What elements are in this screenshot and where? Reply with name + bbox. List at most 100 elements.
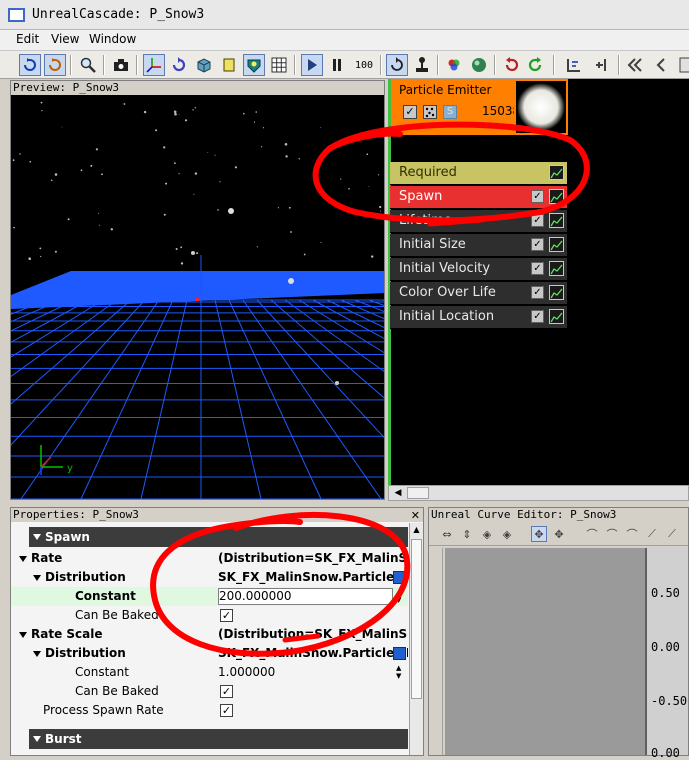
lod-icon[interactable] (563, 54, 585, 76)
curve-list-scrollbar[interactable] (431, 548, 443, 755)
distribution-dropdown-icon[interactable] (393, 571, 406, 584)
fit-vertical-icon[interactable]: ⇕ (459, 526, 475, 542)
module-row[interactable]: Initial Location ✓ (390, 306, 567, 329)
property-checkbox[interactable]: ✓ (220, 704, 233, 717)
redo-icon[interactable] (525, 54, 547, 76)
emitter-list-panel[interactable]: Particle Emitter ✓ S 15038 Required Spawn… (388, 79, 689, 485)
spin-down-icon[interactable]: ▼ (396, 673, 401, 680)
scroll-up-icon[interactable]: ▲ (410, 523, 423, 536)
property-row[interactable]: Constant 1.000000 ▲ ▼ (11, 663, 408, 682)
spin-up-icon[interactable]: ▲ (396, 589, 401, 596)
snow-particle (110, 228, 114, 231)
module-row[interactable]: Lifetime ✓ (390, 210, 567, 233)
fit-horizontal-icon[interactable]: ⇔ (439, 526, 455, 542)
module-enable-checkbox[interactable]: ✓ (531, 190, 544, 203)
expand-icon[interactable] (33, 575, 41, 581)
curve-graph-icon[interactable] (549, 165, 564, 180)
joystick-icon[interactable] (411, 54, 433, 76)
sphere-icon[interactable] (468, 54, 490, 76)
pause-icon[interactable] (326, 54, 348, 76)
property-row[interactable]: Can Be Baked ✓ (11, 682, 408, 701)
constant-icon[interactable]: ⟋ (664, 526, 680, 542)
property-checkbox[interactable]: ✓ (220, 609, 233, 622)
property-row[interactable]: Distribution SK_FX_MalinSnow.Particles.I (11, 644, 408, 663)
module-enable-checkbox[interactable]: ✓ (531, 238, 544, 251)
scroll-thumb[interactable] (411, 539, 422, 699)
linear-icon[interactable]: ⟋ (644, 526, 660, 542)
spin-down-icon[interactable]: ▼ (396, 597, 401, 604)
realtime-speed-button[interactable]: 100 (351, 54, 377, 76)
curve-graph-icon[interactable] (549, 213, 564, 228)
tangent-break-icon[interactable]: ⌒ (624, 526, 640, 542)
axes-icon[interactable] (143, 54, 165, 76)
property-row[interactable]: Rate (Distribution=SK_FX_MalinSnow (11, 549, 408, 568)
category-spawn[interactable]: Spawn (29, 527, 408, 547)
wireframe-sphere-icon[interactable] (193, 54, 215, 76)
lod-prev-icon[interactable] (650, 54, 672, 76)
emitter-render-mode-icon[interactable] (423, 105, 437, 119)
curve-graph-icon[interactable] (549, 261, 564, 276)
menu-view[interactable]: View (51, 32, 79, 46)
fit-selected-icon[interactable]: ◈ (499, 526, 515, 542)
undo-icon[interactable] (500, 54, 522, 76)
toolbar-overflow-icon[interactable] (674, 54, 689, 76)
category-burst[interactable]: Burst (29, 729, 408, 749)
menu-window[interactable]: Window (89, 32, 136, 46)
lod-first-icon[interactable] (624, 54, 646, 76)
property-row[interactable]: Process Spawn Rate ✓ (11, 701, 408, 720)
pan-mode-icon[interactable]: ✥ (531, 526, 547, 542)
module-row[interactable]: Spawn ✓ (390, 186, 567, 209)
tangent-user-icon[interactable]: ⌒ (604, 526, 620, 542)
emitter-list-scrollbar[interactable]: ◀ (388, 485, 689, 501)
constant-input[interactable]: 200.000000 (218, 588, 393, 605)
menu-edit[interactable]: Edit (16, 32, 39, 46)
preview-viewport[interactable]: y (11, 95, 384, 499)
properties-scrollbar[interactable]: ▲ (409, 523, 423, 755)
property-row[interactable]: Distribution SK_FX_MalinSnow.Particles.I (11, 568, 408, 587)
curve-graph-icon[interactable] (549, 285, 564, 300)
orbit-icon[interactable] (168, 54, 190, 76)
properties-close-icon[interactable]: ✕ (411, 509, 420, 522)
curve-graph-icon[interactable] (549, 309, 564, 324)
curve-graph-icon[interactable] (549, 189, 564, 204)
expand-icon[interactable] (33, 651, 41, 657)
module-enable-checkbox[interactable]: ✓ (531, 262, 544, 275)
module-enable-checkbox[interactable]: ✓ (531, 214, 544, 227)
expand-icon[interactable] (19, 632, 27, 638)
property-row[interactable]: Can Be Baked ✓ (11, 606, 408, 625)
emitter-header[interactable]: Particle Emitter ✓ S 15038 (391, 79, 568, 135)
property-checkbox[interactable]: ✓ (220, 685, 233, 698)
module-enable-checkbox[interactable]: ✓ (531, 286, 544, 299)
loop-icon[interactable] (386, 54, 408, 76)
spin-up-icon[interactable]: ▲ (396, 665, 401, 672)
property-row[interactable]: Constant 200.000000 ▲ ▼ (11, 587, 408, 606)
bounds-icon[interactable] (218, 54, 240, 76)
module-row[interactable]: Required (390, 162, 567, 185)
property-row[interactable]: Rate Scale (Distribution=SK_FX_MalinSno (11, 625, 408, 644)
restart-level-icon[interactable] (44, 54, 66, 76)
distribution-dropdown-icon[interactable] (393, 647, 406, 660)
module-row[interactable]: Color Over Life ✓ (390, 282, 567, 305)
fit-all-icon[interactable]: ◈ (479, 526, 495, 542)
restart-sim-icon[interactable] (19, 54, 41, 76)
color-icon[interactable] (443, 54, 465, 76)
curve-list[interactable] (445, 548, 645, 755)
module-row[interactable]: Initial Size ✓ (390, 234, 567, 257)
expand-icon[interactable] (19, 556, 27, 562)
save-thumbnail-icon[interactable] (110, 54, 132, 76)
module-row[interactable]: Initial Velocity ✓ (390, 258, 567, 281)
background-color-icon[interactable] (243, 54, 265, 76)
curve-graph-icon[interactable] (549, 237, 564, 252)
emitter-solo-icon[interactable]: S (443, 105, 457, 119)
scroll-thumb[interactable] (407, 487, 429, 499)
emitter-enable-checkbox[interactable]: ✓ (403, 105, 417, 119)
scroll-left-icon[interactable]: ◀ (391, 487, 405, 499)
find-icon[interactable] (77, 54, 99, 76)
module-enable-checkbox[interactable]: ✓ (531, 310, 544, 323)
grid-icon[interactable] (268, 54, 290, 76)
curve-graph[interactable]: 0.50 0.00 -0.50 0.00 (645, 548, 688, 760)
zoom-mode-icon[interactable]: ✥ (551, 526, 567, 542)
lod-add-icon[interactable] (591, 54, 613, 76)
tangent-auto-icon[interactable]: ⌒ (584, 526, 600, 542)
play-icon[interactable] (301, 54, 323, 76)
